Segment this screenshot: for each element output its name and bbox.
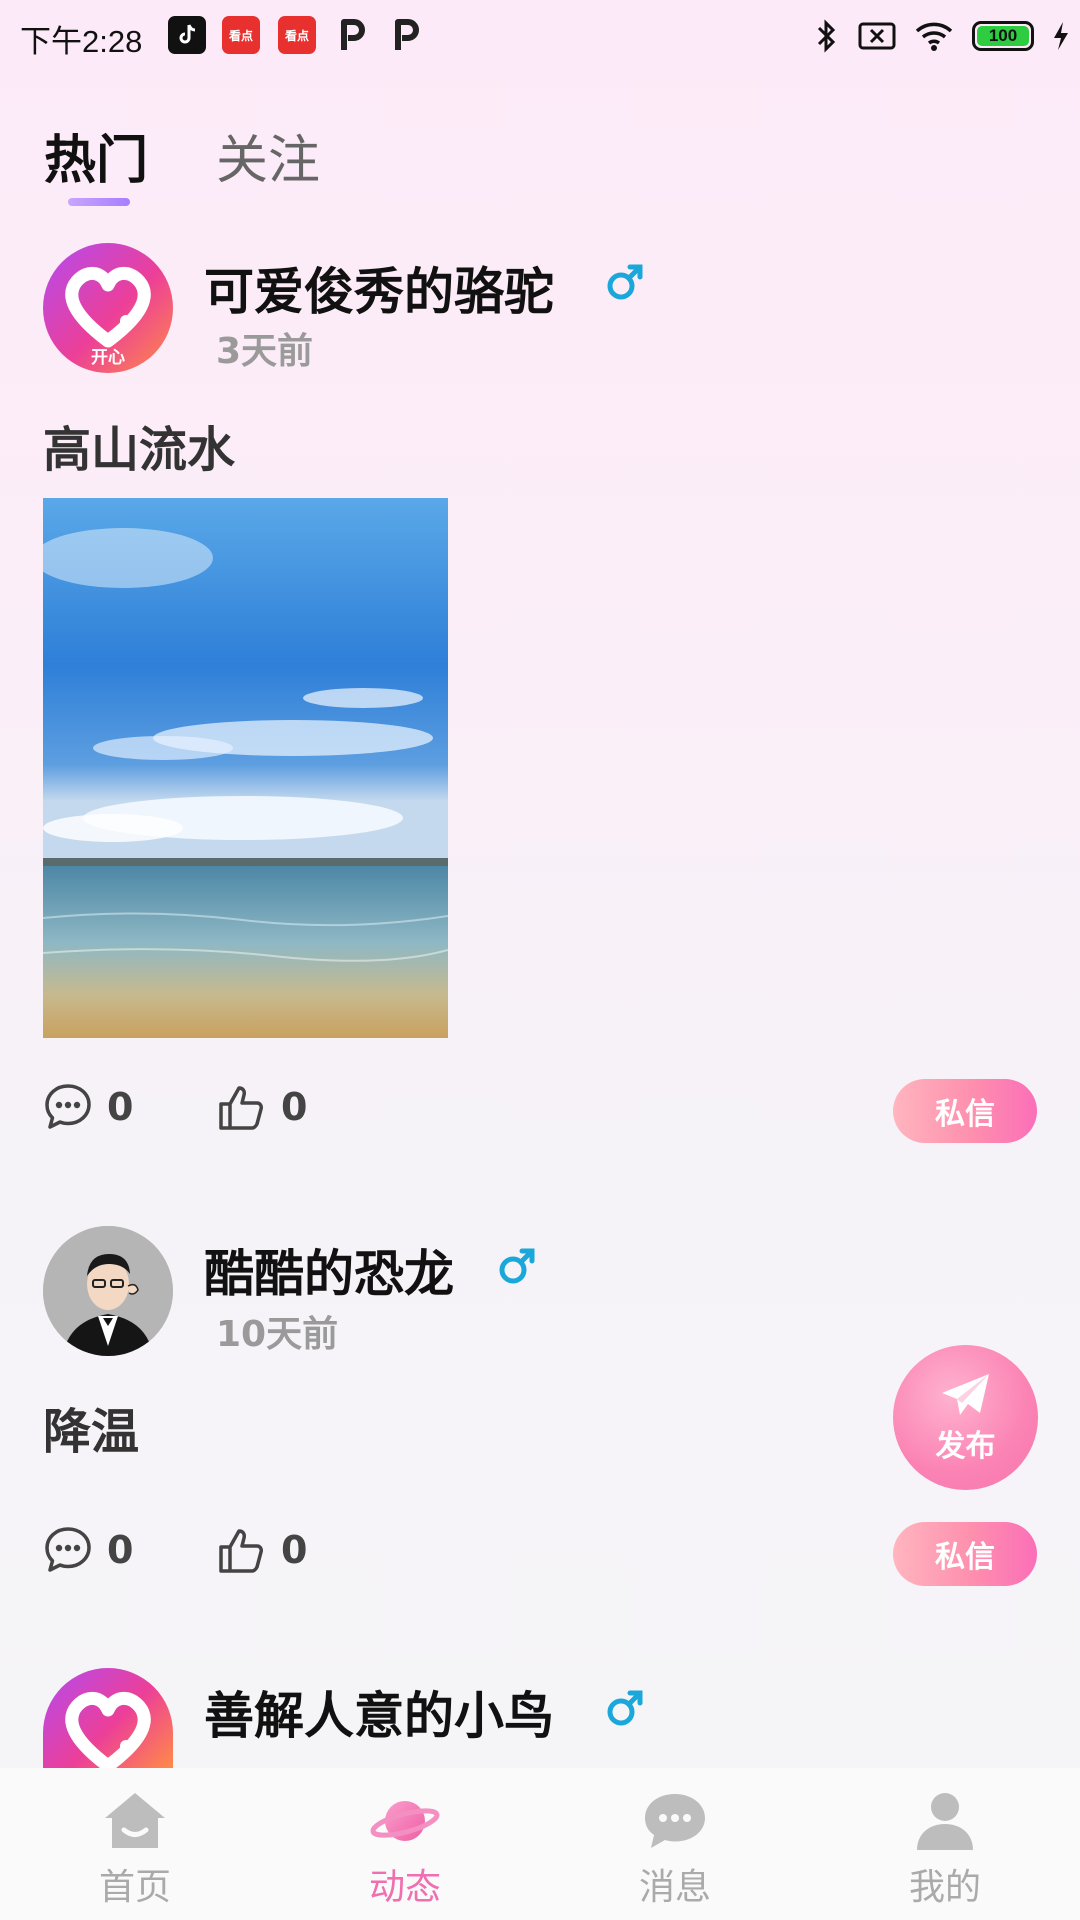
man-portrait-icon bbox=[43, 1226, 173, 1356]
avatar[interactable] bbox=[43, 1668, 173, 1768]
status-time: 下午2:28 bbox=[20, 24, 143, 59]
sea-sky-photo bbox=[43, 498, 448, 1038]
post-text: 降温 bbox=[43, 1404, 140, 1460]
battery-icon: 100 bbox=[972, 21, 1034, 51]
bluetooth-icon bbox=[817, 19, 836, 53]
battery-level: 100 bbox=[977, 26, 1029, 46]
heart-logo-icon bbox=[65, 1691, 151, 1768]
bottom-nav: 首页 动态 消息 我的 bbox=[0, 1768, 1080, 1920]
comment-count: 0 bbox=[107, 1085, 134, 1129]
nav-messages[interactable]: 消息 bbox=[540, 1768, 810, 1920]
nav-label: 我的 bbox=[908, 1867, 981, 1908]
username[interactable]: 善解人意的小鸟 bbox=[204, 1676, 554, 1748]
user-icon bbox=[917, 1793, 973, 1850]
sim-x-icon bbox=[858, 22, 896, 50]
publish-button[interactable]: 发布 bbox=[893, 1345, 1038, 1490]
male-gender-icon bbox=[499, 1248, 535, 1284]
status-bar: 下午2:28 看点 看点 100 bbox=[0, 0, 1080, 72]
male-gender-icon bbox=[607, 1690, 643, 1726]
nav-home[interactable]: 首页 bbox=[0, 1768, 270, 1920]
avatar[interactable] bbox=[43, 1226, 173, 1356]
thumbs-up-icon bbox=[219, 1529, 263, 1573]
nav-feed[interactable]: 动态 bbox=[270, 1768, 540, 1920]
post-image[interactable] bbox=[43, 498, 448, 1038]
avatar-logo-text: 开心 bbox=[91, 348, 125, 368]
tab-follow[interactable]: 关注 bbox=[216, 118, 320, 193]
dm-button[interactable]: 私信 bbox=[893, 1522, 1037, 1586]
heart-logo-icon: 开心 bbox=[65, 266, 151, 368]
comment-icon bbox=[45, 1084, 91, 1129]
paper-plane-icon bbox=[941, 1373, 989, 1415]
male-gender-icon bbox=[607, 264, 643, 300]
like-count: 0 bbox=[281, 1528, 308, 1572]
like-count: 0 bbox=[281, 1085, 308, 1129]
tab-hot[interactable]: 热门 bbox=[44, 118, 148, 193]
thumbs-up-icon bbox=[219, 1086, 263, 1130]
nav-label: 首页 bbox=[98, 1867, 171, 1908]
username[interactable]: 酷酷的恐龙 bbox=[204, 1234, 454, 1306]
chat-bubble-icon bbox=[645, 1794, 705, 1848]
dm-button[interactable]: 私信 bbox=[893, 1079, 1037, 1143]
charging-icon bbox=[1054, 22, 1068, 50]
comment-count: 0 bbox=[107, 1528, 134, 1572]
kandian-icon-text: 看点 bbox=[284, 28, 309, 43]
kandian-icon: 看点 bbox=[278, 16, 316, 54]
nav-profile[interactable]: 我的 bbox=[810, 1768, 1080, 1920]
comment-button[interactable]: 0 bbox=[43, 1525, 133, 1575]
publish-label: 发布 bbox=[935, 1428, 996, 1464]
planet-icon bbox=[370, 1801, 440, 1841]
status-right-icons: 100 bbox=[814, 14, 1070, 58]
nav-label: 动态 bbox=[368, 1867, 441, 1908]
like-button[interactable]: 0 bbox=[217, 1525, 307, 1575]
kandian-icon: 看点 bbox=[222, 16, 260, 54]
post-time: 3天前 bbox=[216, 331, 314, 372]
post-time: 10天前 bbox=[216, 1314, 339, 1355]
comment-icon bbox=[45, 1527, 91, 1572]
comment-button[interactable]: 0 bbox=[43, 1082, 133, 1132]
avatar[interactable]: 开心 bbox=[43, 243, 173, 373]
username[interactable]: 可爱俊秀的骆驼 bbox=[204, 252, 554, 324]
home-icon bbox=[105, 1793, 165, 1848]
like-button[interactable]: 0 bbox=[217, 1082, 307, 1132]
nav-label: 消息 bbox=[638, 1867, 711, 1908]
tiktok-icon bbox=[168, 16, 206, 54]
p-app-icon bbox=[388, 16, 426, 54]
tab-indicator bbox=[68, 198, 130, 206]
wifi-icon bbox=[915, 22, 953, 51]
kandian-icon-text: 看点 bbox=[228, 28, 253, 43]
p-app-icon bbox=[334, 16, 372, 54]
post-text: 高山流水 bbox=[43, 422, 236, 478]
